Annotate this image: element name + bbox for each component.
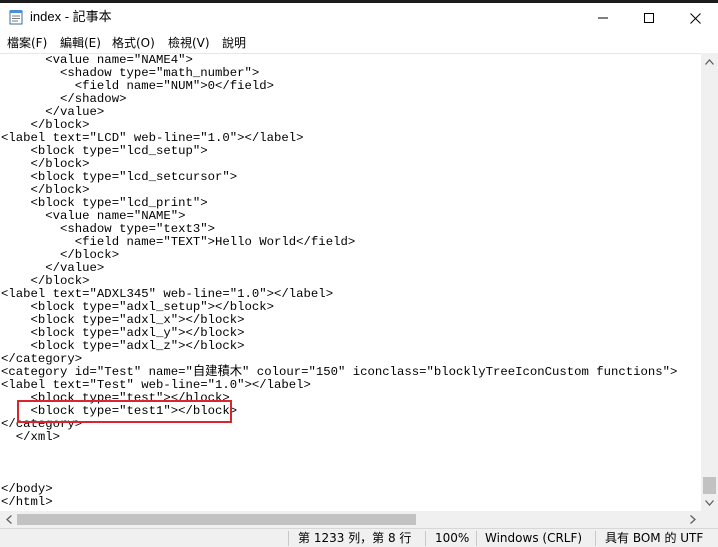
code-line: </xml> (1, 430, 61, 444)
vertical-scroll-thumb[interactable] (703, 477, 716, 494)
close-icon (689, 12, 701, 24)
scroll-down-button[interactable] (701, 494, 718, 511)
code-line: <block type="adxl_z"></block> (1, 339, 245, 353)
annotation-highlight-box (17, 400, 232, 423)
vertical-scrollbar[interactable] (701, 53, 718, 511)
window-title: index - 記事本 (30, 9, 112, 24)
title-bar[interactable]: index - 記事本 (0, 0, 718, 33)
menu-view[interactable]: 檢視(V) (168, 35, 210, 51)
code-line: </shadow> (1, 92, 127, 106)
menu-format[interactable]: 格式(O) (112, 35, 155, 51)
menu-help[interactable]: 說明 (222, 35, 246, 51)
chevron-right-icon (689, 515, 696, 524)
horizontal-scrollbar[interactable] (0, 511, 701, 528)
minimize-button[interactable] (580, 3, 626, 33)
notepad-icon (9, 10, 23, 25)
scrollbar-corner (701, 511, 718, 528)
code-line: <block type="lcd_setup"> (1, 144, 208, 158)
code-line: </block> (1, 248, 120, 262)
editor-content[interactable]: <value name="NAME4"> <shadow type="math_… (0, 54, 701, 509)
status-divider (288, 531, 289, 546)
status-bar: 第 1233 列，第 8 行 100% Windows (CRLF) 具有 BO… (0, 528, 718, 547)
close-button[interactable] (672, 3, 718, 33)
text-editor[interactable]: <value name="NAME4"> <shadow type="math_… (0, 53, 701, 511)
chevron-left-icon (5, 515, 12, 524)
menu-bar: 檔案(F) 編輯(E) 格式(O) 檢視(V) 說明 (0, 33, 718, 53)
code-line: </value> (1, 261, 105, 275)
status-divider (476, 531, 477, 546)
scroll-right-button[interactable] (684, 511, 701, 528)
status-zoom: 100% (435, 531, 470, 545)
code-line: <block type="lcd_setcursor"> (1, 170, 238, 184)
menu-edit[interactable]: 編輯(E) (60, 35, 101, 51)
maximize-icon (644, 13, 654, 23)
horizontal-scroll-thumb[interactable] (17, 514, 416, 525)
chevron-up-icon (705, 58, 714, 65)
status-encoding: 具有 BOM 的 UTF (605, 531, 704, 545)
status-line-ending: Windows (CRLF) (485, 531, 583, 545)
code-line: </value> (1, 105, 105, 119)
menu-file[interactable]: 檔案(F) (7, 35, 47, 51)
minimize-icon (598, 17, 608, 19)
chevron-down-icon (705, 499, 714, 506)
status-divider (595, 531, 596, 546)
maximize-button[interactable] (626, 3, 672, 33)
status-divider (425, 531, 426, 546)
code-line: </body> (1, 482, 53, 496)
scroll-up-button[interactable] (701, 53, 718, 70)
status-cursor-position: 第 1233 列，第 8 行 (298, 531, 412, 545)
scroll-left-button[interactable] (0, 511, 17, 528)
code-line: </html> (1, 495, 53, 509)
